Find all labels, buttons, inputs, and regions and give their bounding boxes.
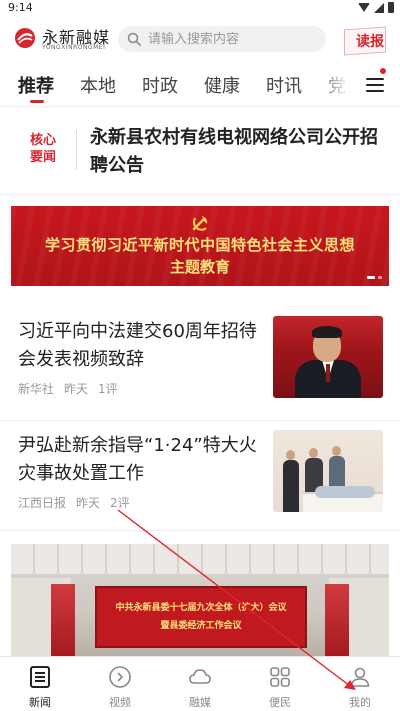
tab-politics[interactable]: 时政	[142, 72, 178, 98]
bottom-nav: 新闻 视频 融媒 便民 我的	[0, 656, 400, 711]
status-icons	[358, 2, 394, 13]
nav-news[interactable]: 新闻	[10, 663, 70, 709]
app-logo[interactable]: 永新融媒 YONGXINRONGMEI	[14, 24, 114, 58]
meeting-screen-subtitle: 暨县委经济工作会议	[160, 621, 242, 631]
news-item[interactable]: 尹弘赴新余指导“1·24”特大火灾事故处置工作 江西日报 昨天 2评	[0, 422, 400, 532]
meeting-screen-title: 中共永新县委十七届九次全体（扩大）会议	[115, 603, 287, 613]
app-header: 永新融媒 YONGXINRONGMEI 读报	[0, 20, 400, 60]
status-bar: 9:14	[0, 0, 400, 16]
tab-local[interactable]: 本地	[80, 72, 116, 98]
active-tab-indicator	[30, 100, 44, 103]
news-time: 昨天	[76, 496, 101, 510]
divider	[0, 530, 400, 531]
news-comments: 2评	[110, 496, 130, 510]
divider	[0, 194, 400, 195]
party-emblem-icon	[192, 216, 208, 231]
app-screen: 9:14 永新融媒 YONGXINRONGMEI 读报	[0, 0, 400, 711]
nav-media[interactable]: 融媒	[170, 663, 230, 709]
cloud-icon	[189, 669, 211, 684]
news-thumbnail	[273, 316, 383, 398]
signal-icon	[374, 2, 384, 13]
search-bar[interactable]	[118, 26, 326, 52]
nav-services-label: 便民	[269, 696, 291, 709]
dubao-button[interactable]: 读报	[344, 26, 386, 56]
news-image[interactable]: 中共永新县委十七届九次全体（扩大）会议 暨县委经济工作会议	[11, 544, 389, 656]
grid-icon	[270, 667, 290, 687]
news-title: 尹弘赴新余指导“1·24”特大火灾事故处置工作	[18, 435, 257, 484]
nav-services[interactable]: 便民	[250, 663, 310, 709]
nav-video[interactable]: 视频	[90, 663, 150, 709]
key-news-separator	[76, 130, 77, 170]
wifi-icon	[358, 3, 370, 12]
key-news[interactable]: 核心要闻 永新县农村有线电视网络公司公开招聘公告	[0, 116, 400, 188]
news-comments: 1评	[98, 382, 118, 396]
nav-profile-label: 我的	[349, 696, 371, 709]
nav-media-label: 融媒	[189, 696, 211, 709]
news-meta: 新华社 昨天 1评	[18, 380, 118, 397]
news-time: 昨天	[64, 382, 89, 396]
user-icon	[350, 667, 370, 687]
key-news-label: 核心要闻	[29, 133, 56, 165]
banner-subheadline: 主题教育	[169, 258, 230, 276]
dubao-label: 读报	[356, 34, 384, 50]
tab-fade	[318, 66, 348, 106]
divider	[0, 106, 400, 107]
channel-menu-icon[interactable]	[364, 74, 386, 96]
pager-dot	[378, 276, 382, 279]
news-source: 江西日报	[18, 496, 67, 510]
search-input[interactable]	[148, 29, 318, 49]
divider	[0, 420, 400, 421]
channel-tabs: 推荐 本地 时政 健康 时讯 党	[0, 66, 400, 106]
promo-banner[interactable]: 学习贯彻习近平新时代中国特色社会主义思想 主题教育	[11, 206, 389, 286]
news-source: 新华社	[18, 382, 55, 396]
meeting-screen: 中共永新县委十七届九次全体（扩大）会议 暨县委经济工作会议	[95, 586, 307, 648]
video-play-icon	[109, 666, 131, 688]
notification-dot	[380, 68, 386, 74]
key-news-title: 永新县农村有线电视网络公司公开招聘公告	[90, 127, 378, 176]
banner-headline: 学习贯彻习近平新时代中国特色社会主义思想	[44, 236, 355, 254]
news-thumbnail	[273, 430, 383, 512]
nav-profile[interactable]: 我的	[330, 663, 390, 709]
battery-icon	[388, 2, 394, 13]
status-time: 9:14	[8, 1, 33, 14]
tab-health[interactable]: 健康	[204, 72, 240, 98]
news-icon	[30, 666, 50, 688]
nav-video-label: 视频	[109, 696, 131, 709]
tab-recommend[interactable]: 推荐	[18, 72, 54, 98]
search-icon	[127, 32, 141, 46]
news-title: 习近平向中法建交60周年招待会发表视频致辞	[18, 321, 257, 370]
tab-news-flash[interactable]: 时讯	[266, 72, 302, 98]
banner-pager	[367, 276, 382, 279]
news-meta: 江西日报 昨天 2评	[18, 494, 130, 511]
pager-dot-active	[367, 276, 375, 279]
logo-mark-icon	[15, 28, 35, 48]
nav-news-label: 新闻	[29, 696, 51, 709]
logo-pinyin: YONGXINRONGMEI	[42, 44, 106, 51]
news-item[interactable]: 习近平向中法建交60周年招待会发表视频致辞 新华社 昨天 1评	[0, 308, 400, 418]
